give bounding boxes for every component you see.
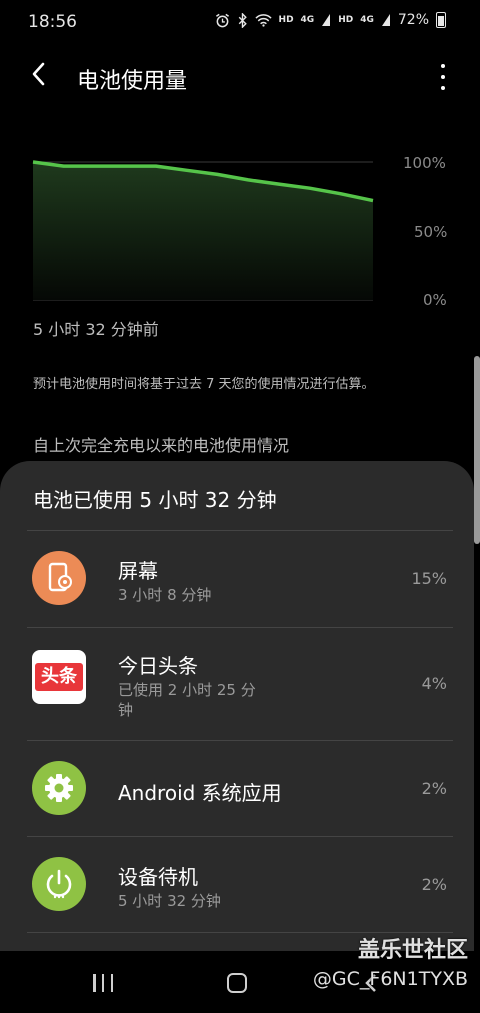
usage-item-name: 设备待机	[118, 865, 198, 889]
status-icons: HD 4G HD 4G 72%	[215, 12, 446, 28]
back-arrow-icon	[32, 62, 45, 86]
usage-item-duration: 3 小时 8 分钟	[118, 586, 212, 604]
wifi-icon	[254, 14, 272, 27]
recent-bar-icon	[110, 974, 113, 992]
usage-item-screen[interactable]: 屏幕 3 小时 8 分钟 15%	[0, 531, 474, 627]
scrollbar[interactable]	[474, 356, 480, 544]
hd-label-2: HD	[338, 15, 354, 25]
screen-icon	[32, 551, 86, 605]
battery-percent: 72%	[397, 12, 429, 28]
signal-icon	[322, 14, 331, 26]
usage-item-duration: 5 小时 32 分钟	[118, 892, 221, 910]
usage-item-name: 屏幕	[118, 559, 158, 583]
more-dot-icon	[441, 64, 445, 68]
network-label-1: 4G	[300, 15, 315, 25]
chart-x-label: 5 小时 32 分钟前	[33, 320, 159, 339]
usage-item-name: 今日头条	[118, 654, 198, 678]
hd-label-1: HD	[278, 15, 294, 25]
more-dot-icon	[441, 75, 445, 79]
recent-apps-button[interactable]	[93, 974, 113, 992]
sheet-title: 电池已使用 5 小时 32 分钟	[33, 488, 277, 512]
gear-icon	[32, 761, 86, 815]
watermark-brand: 盖乐世社区	[357, 938, 468, 963]
y-tick-label: 100%	[403, 154, 446, 172]
battery-chart: 100% 50% 0%	[0, 140, 480, 320]
usage-item-duration: 已使用 2 小时 25 分 钟	[118, 681, 256, 719]
section-title: 自上次完全充电以来的电池使用情况	[33, 436, 290, 455]
bluetooth-icon	[238, 12, 247, 28]
power-icon	[32, 857, 86, 911]
usage-item-percent: 2%	[421, 779, 447, 798]
usage-item-percent: 2%	[421, 875, 447, 894]
more-dot-icon	[441, 86, 445, 90]
y-tick-label: 50%	[414, 223, 448, 241]
signal-icon	[381, 14, 390, 26]
app-bar: 电池使用量	[0, 52, 480, 102]
usage-item-standby[interactable]: 设备待机 5 小时 32 分钟 2%	[0, 837, 474, 932]
estimate-note: 预计电池使用时间将基于过去 7 天您的使用情况进行估算。	[33, 377, 375, 392]
status-bar: 18:56 HD 4G HD 4G 72%	[0, 0, 480, 44]
alarm-icon	[215, 13, 229, 27]
recent-bar-icon	[101, 974, 105, 992]
battery-area	[33, 162, 373, 300]
usage-item-percent: 4%	[421, 674, 447, 693]
toutiao-logo-text: 头条	[35, 663, 83, 691]
back-button[interactable]	[30, 61, 58, 91]
y-tick-label: 0%	[423, 291, 447, 309]
network-label-2: 4G	[360, 15, 374, 25]
usage-item-name: Android 系统应用	[118, 781, 282, 805]
battery-icon	[436, 12, 446, 28]
home-button[interactable]	[227, 973, 247, 993]
usage-item-toutiao[interactable]: 头条 今日头条 已使用 2 小时 25 分 钟 4%	[0, 628, 474, 740]
watermark-user: @GC_F6N1TYXB	[312, 968, 468, 990]
toutiao-icon: 头条	[32, 650, 86, 704]
usage-item-android-system[interactable]: Android 系统应用 2%	[0, 741, 474, 836]
usage-item-percent: 15%	[411, 569, 447, 588]
status-time: 18:56	[28, 12, 77, 32]
more-options-button[interactable]	[436, 64, 450, 90]
recent-bar-icon	[93, 974, 96, 992]
page-title: 电池使用量	[77, 69, 188, 94]
usage-sheet: 电池已使用 5 小时 32 分钟 屏幕 3 小时 8 分钟 15% 头条 今日头…	[0, 461, 474, 951]
